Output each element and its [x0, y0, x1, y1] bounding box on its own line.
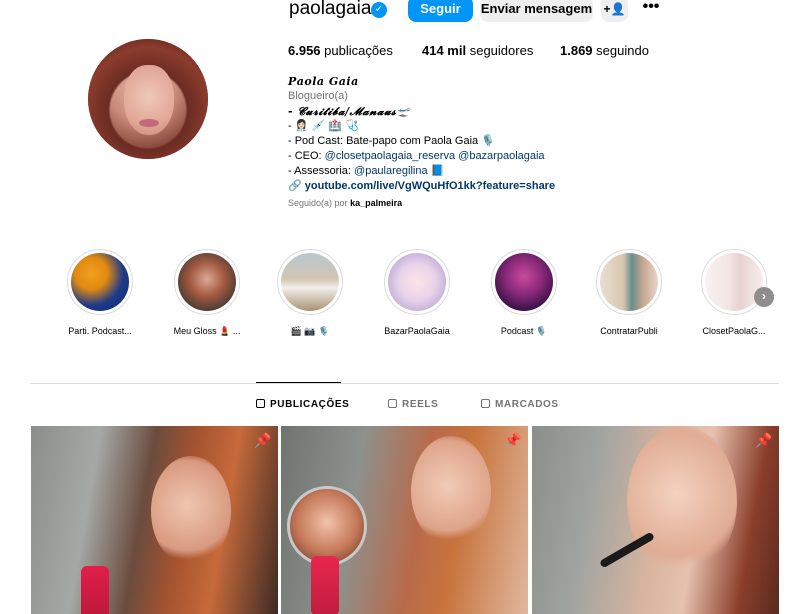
followers-count[interactable]: 414 mil seguidores	[422, 43, 533, 58]
highlight-ring	[491, 249, 557, 315]
send-message-button[interactable]: Enviar mensagem	[480, 0, 593, 22]
active-tab-indicator	[256, 382, 341, 383]
post-face	[151, 456, 231, 566]
followed-by[interactable]: Seguido(a) por ka_palmeira	[288, 198, 402, 208]
avatar-lips	[139, 119, 159, 127]
tab-tagged-label: MARCADOS	[495, 399, 559, 410]
highlight-ring	[596, 249, 662, 315]
highlight-label: 🎬 📷 🎙️	[290, 326, 330, 336]
highlight-image	[388, 253, 446, 311]
highlight-label: Meu Gloss 💄 ...	[173, 326, 241, 336]
bio-link-line[interactable]: 🔗 youtube.com/live/VgWQuHfO1kk?feature=s…	[288, 179, 608, 194]
followers-label: seguidores	[469, 43, 534, 58]
post-thumbnail[interactable]: 📌	[281, 426, 528, 614]
highlight-image	[705, 253, 763, 311]
tab-posts[interactable]: PUBLICAÇÕES	[256, 399, 349, 410]
verified-badge-icon: ✓	[371, 2, 387, 18]
posts-value: 6.956	[288, 43, 321, 58]
bio-category: Blogueiro(a)	[288, 90, 348, 102]
mention-bazar[interactable]: @bazarpaolagaia	[458, 150, 544, 162]
bio-location: - 𝓒𝓾𝓻𝓲𝓽𝓲𝓫𝓪/𝓜𝓪𝓷𝓪𝓾𝓼🛫	[288, 105, 411, 118]
highlight-label: Podcast 🎙️	[500, 326, 548, 336]
bio-name: 𝑷𝒂𝒐𝒍𝒂 𝑮𝒂𝒊𝒂	[288, 75, 359, 88]
highlight-ring	[67, 249, 133, 315]
more-options-icon[interactable]: •••	[640, 0, 662, 18]
highlight-image	[495, 253, 553, 311]
highlight-label: ClosetPaolaG...	[702, 326, 766, 336]
highlight-item[interactable]: Meu Gloss 💄 ...	[172, 249, 242, 337]
post-face	[627, 426, 737, 576]
highlight-label: ContratarPubli	[600, 326, 658, 336]
tab-reels[interactable]: REELS	[388, 399, 438, 410]
mention-closet[interactable]: @closetpaolagaia_reserva	[325, 150, 455, 162]
highlight-ring	[701, 249, 767, 315]
bio-podcast-line: - Pod Cast: Bate-papo com Paola Gaia 🎙️	[288, 135, 495, 147]
mention-assessoria[interactable]: @paularegilina	[354, 165, 428, 177]
highlight-ring	[277, 249, 343, 315]
grid-icon	[256, 399, 265, 408]
profile-avatar[interactable]	[88, 39, 208, 159]
following-value: 1.869	[560, 43, 593, 58]
following-count[interactable]: 1.869 seguindo	[560, 43, 649, 58]
highlight-label: Parti. Podcast...	[68, 326, 132, 336]
bio-link[interactable]: youtube.com/live/VgWQuHfO1kk?feature=sha…	[305, 180, 555, 192]
bio-assessoria-suffix: 📘	[427, 165, 445, 177]
followed-by-user[interactable]: ka_palmeira	[350, 198, 402, 208]
chevron-right-icon[interactable]: ›	[754, 287, 774, 307]
posts-label: publicações	[324, 43, 393, 58]
highlight-item[interactable]: ContratarPubli	[594, 249, 664, 336]
highlight-ring	[384, 249, 450, 315]
highlight-item[interactable]: BazarPaolaGaia	[382, 249, 452, 336]
bio-ceo-line: - CEO: @closetpaolagaia_reserva @bazarpa…	[288, 149, 608, 164]
post-thumbnail[interactable]: 📌	[31, 426, 278, 614]
tab-reels-label: REELS	[402, 399, 439, 410]
highlight-image	[71, 253, 129, 311]
highlight-image	[600, 253, 658, 311]
highlight-ring	[174, 249, 240, 315]
bio-assessoria-prefix: - Assessoria:	[288, 165, 355, 177]
post-mirror	[287, 486, 367, 566]
tab-tagged[interactable]: MARCADOS	[481, 399, 559, 410]
pinned-post-icon: 📌	[755, 432, 773, 448]
followers-value: 414 mil	[422, 43, 467, 58]
posts-count: 6.956 publicações	[288, 43, 393, 58]
highlight-image	[178, 253, 236, 311]
tab-posts-label: PUBLICAÇÕES	[270, 399, 350, 410]
pinned-post-icon: 📌	[504, 432, 522, 448]
add-person-icon[interactable]: +👤	[601, 0, 628, 22]
profile-username: paolagaiaa	[289, 0, 382, 19]
highlight-item[interactable]: Parti. Podcast...	[65, 249, 135, 336]
pinned-post-icon: 📌	[254, 432, 272, 448]
profile-bio: 𝑷𝒂𝒐𝒍𝒂 𝑮𝒂𝒊𝒂 Blogueiro(a) - 𝓒𝓾𝓻𝓲𝓽𝓲𝓫𝓪/𝓜𝓪𝓷𝓪𝓾…	[288, 74, 608, 194]
reels-icon	[388, 399, 397, 408]
post-face	[411, 436, 491, 546]
following-label: seguindo	[596, 43, 649, 58]
bio-assessoria-line: - Assessoria: @paularegilina 📘	[288, 164, 608, 179]
link-icon: 🔗	[288, 180, 302, 192]
followed-by-prefix: Seguido(a) por	[288, 198, 348, 208]
highlight-item[interactable]: Podcast 🎙️	[489, 249, 559, 337]
post-lipgloss	[311, 556, 339, 614]
bio-emoji-line: - 👩🏻‍⚕️ 💉 🏥 🩺	[288, 120, 359, 132]
follow-button[interactable]: Seguir	[408, 0, 473, 22]
tabs-divider	[30, 383, 779, 384]
bio-ceo-prefix: - CEO:	[288, 150, 325, 162]
post-lipgloss	[81, 566, 109, 614]
highlight-item[interactable]: 🎬 📷 🎙️	[275, 249, 345, 337]
post-thumbnail[interactable]: 📌	[532, 426, 779, 614]
highlight-image	[281, 253, 339, 311]
tagged-icon	[481, 399, 490, 408]
highlight-label: BazarPaolaGaia	[384, 326, 450, 336]
